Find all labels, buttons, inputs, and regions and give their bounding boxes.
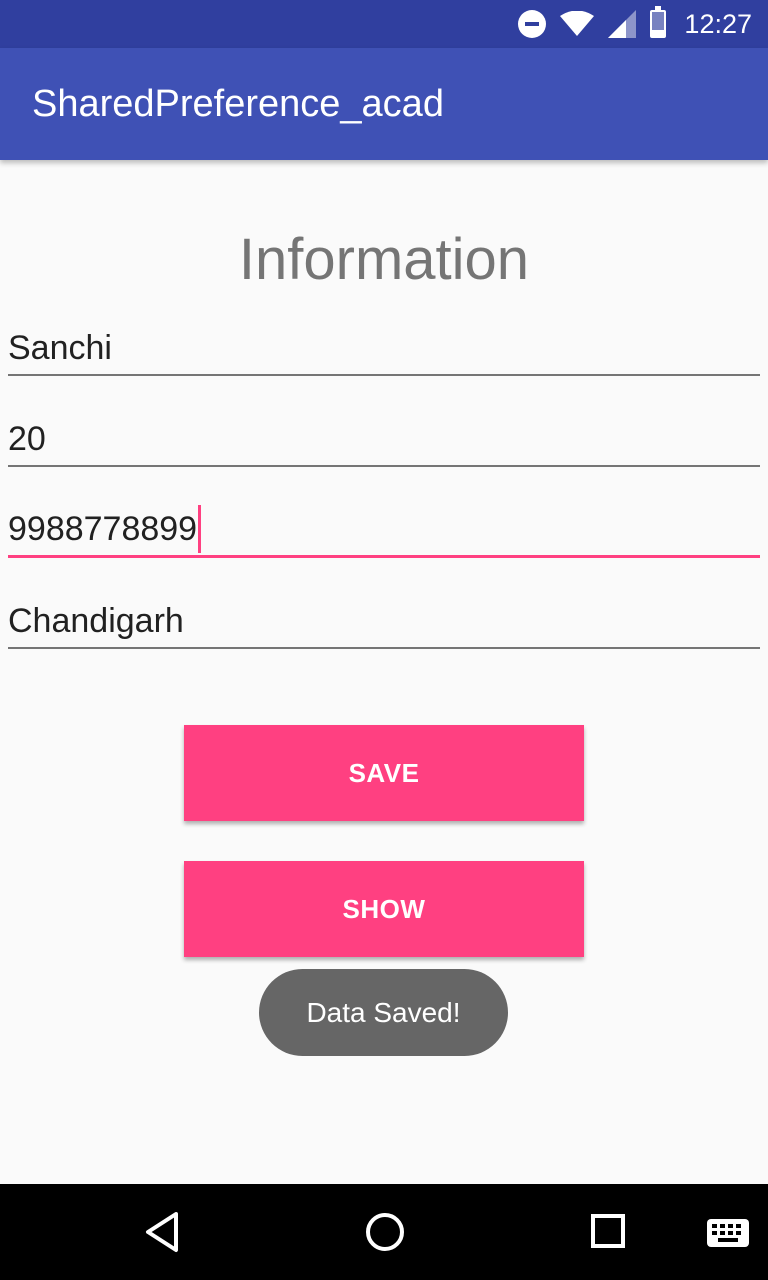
page-heading: Information bbox=[238, 227, 530, 292]
clock: 12:27 bbox=[684, 8, 752, 39]
text-cursor bbox=[198, 505, 202, 553]
status-bar: 12:27 bbox=[0, 0, 768, 48]
phone-field-value: 9988778899 bbox=[8, 510, 198, 548]
city-field-value: Chandigarh bbox=[8, 602, 184, 640]
app-bar: SharedPreference_acad bbox=[0, 48, 768, 160]
home-icon[interactable] bbox=[364, 1210, 406, 1258]
age-field-value: 20 bbox=[8, 420, 46, 458]
navigation-bar bbox=[0, 1184, 768, 1280]
app-title: SharedPreference_acad bbox=[32, 82, 444, 125]
toast-message: Data Saved! bbox=[259, 969, 508, 1056]
cell-signal-icon bbox=[608, 10, 637, 38]
back-icon[interactable] bbox=[142, 1210, 182, 1258]
wifi-icon bbox=[560, 11, 595, 37]
name-field-value: Sanchi bbox=[8, 329, 112, 367]
recents-icon[interactable] bbox=[590, 1210, 626, 1258]
age-field[interactable]: 20 bbox=[8, 407, 760, 467]
show-button[interactable]: SHOW bbox=[184, 861, 584, 957]
battery-icon bbox=[650, 6, 667, 38]
save-button[interactable]: SAVE bbox=[184, 725, 584, 821]
keyboard-icon[interactable] bbox=[706, 1218, 750, 1252]
phone-field[interactable]: 9988778899 bbox=[8, 498, 760, 558]
city-field[interactable]: Chandigarh bbox=[8, 589, 760, 649]
name-field[interactable]: Sanchi bbox=[8, 316, 760, 376]
do-not-disturb-icon bbox=[518, 10, 547, 38]
